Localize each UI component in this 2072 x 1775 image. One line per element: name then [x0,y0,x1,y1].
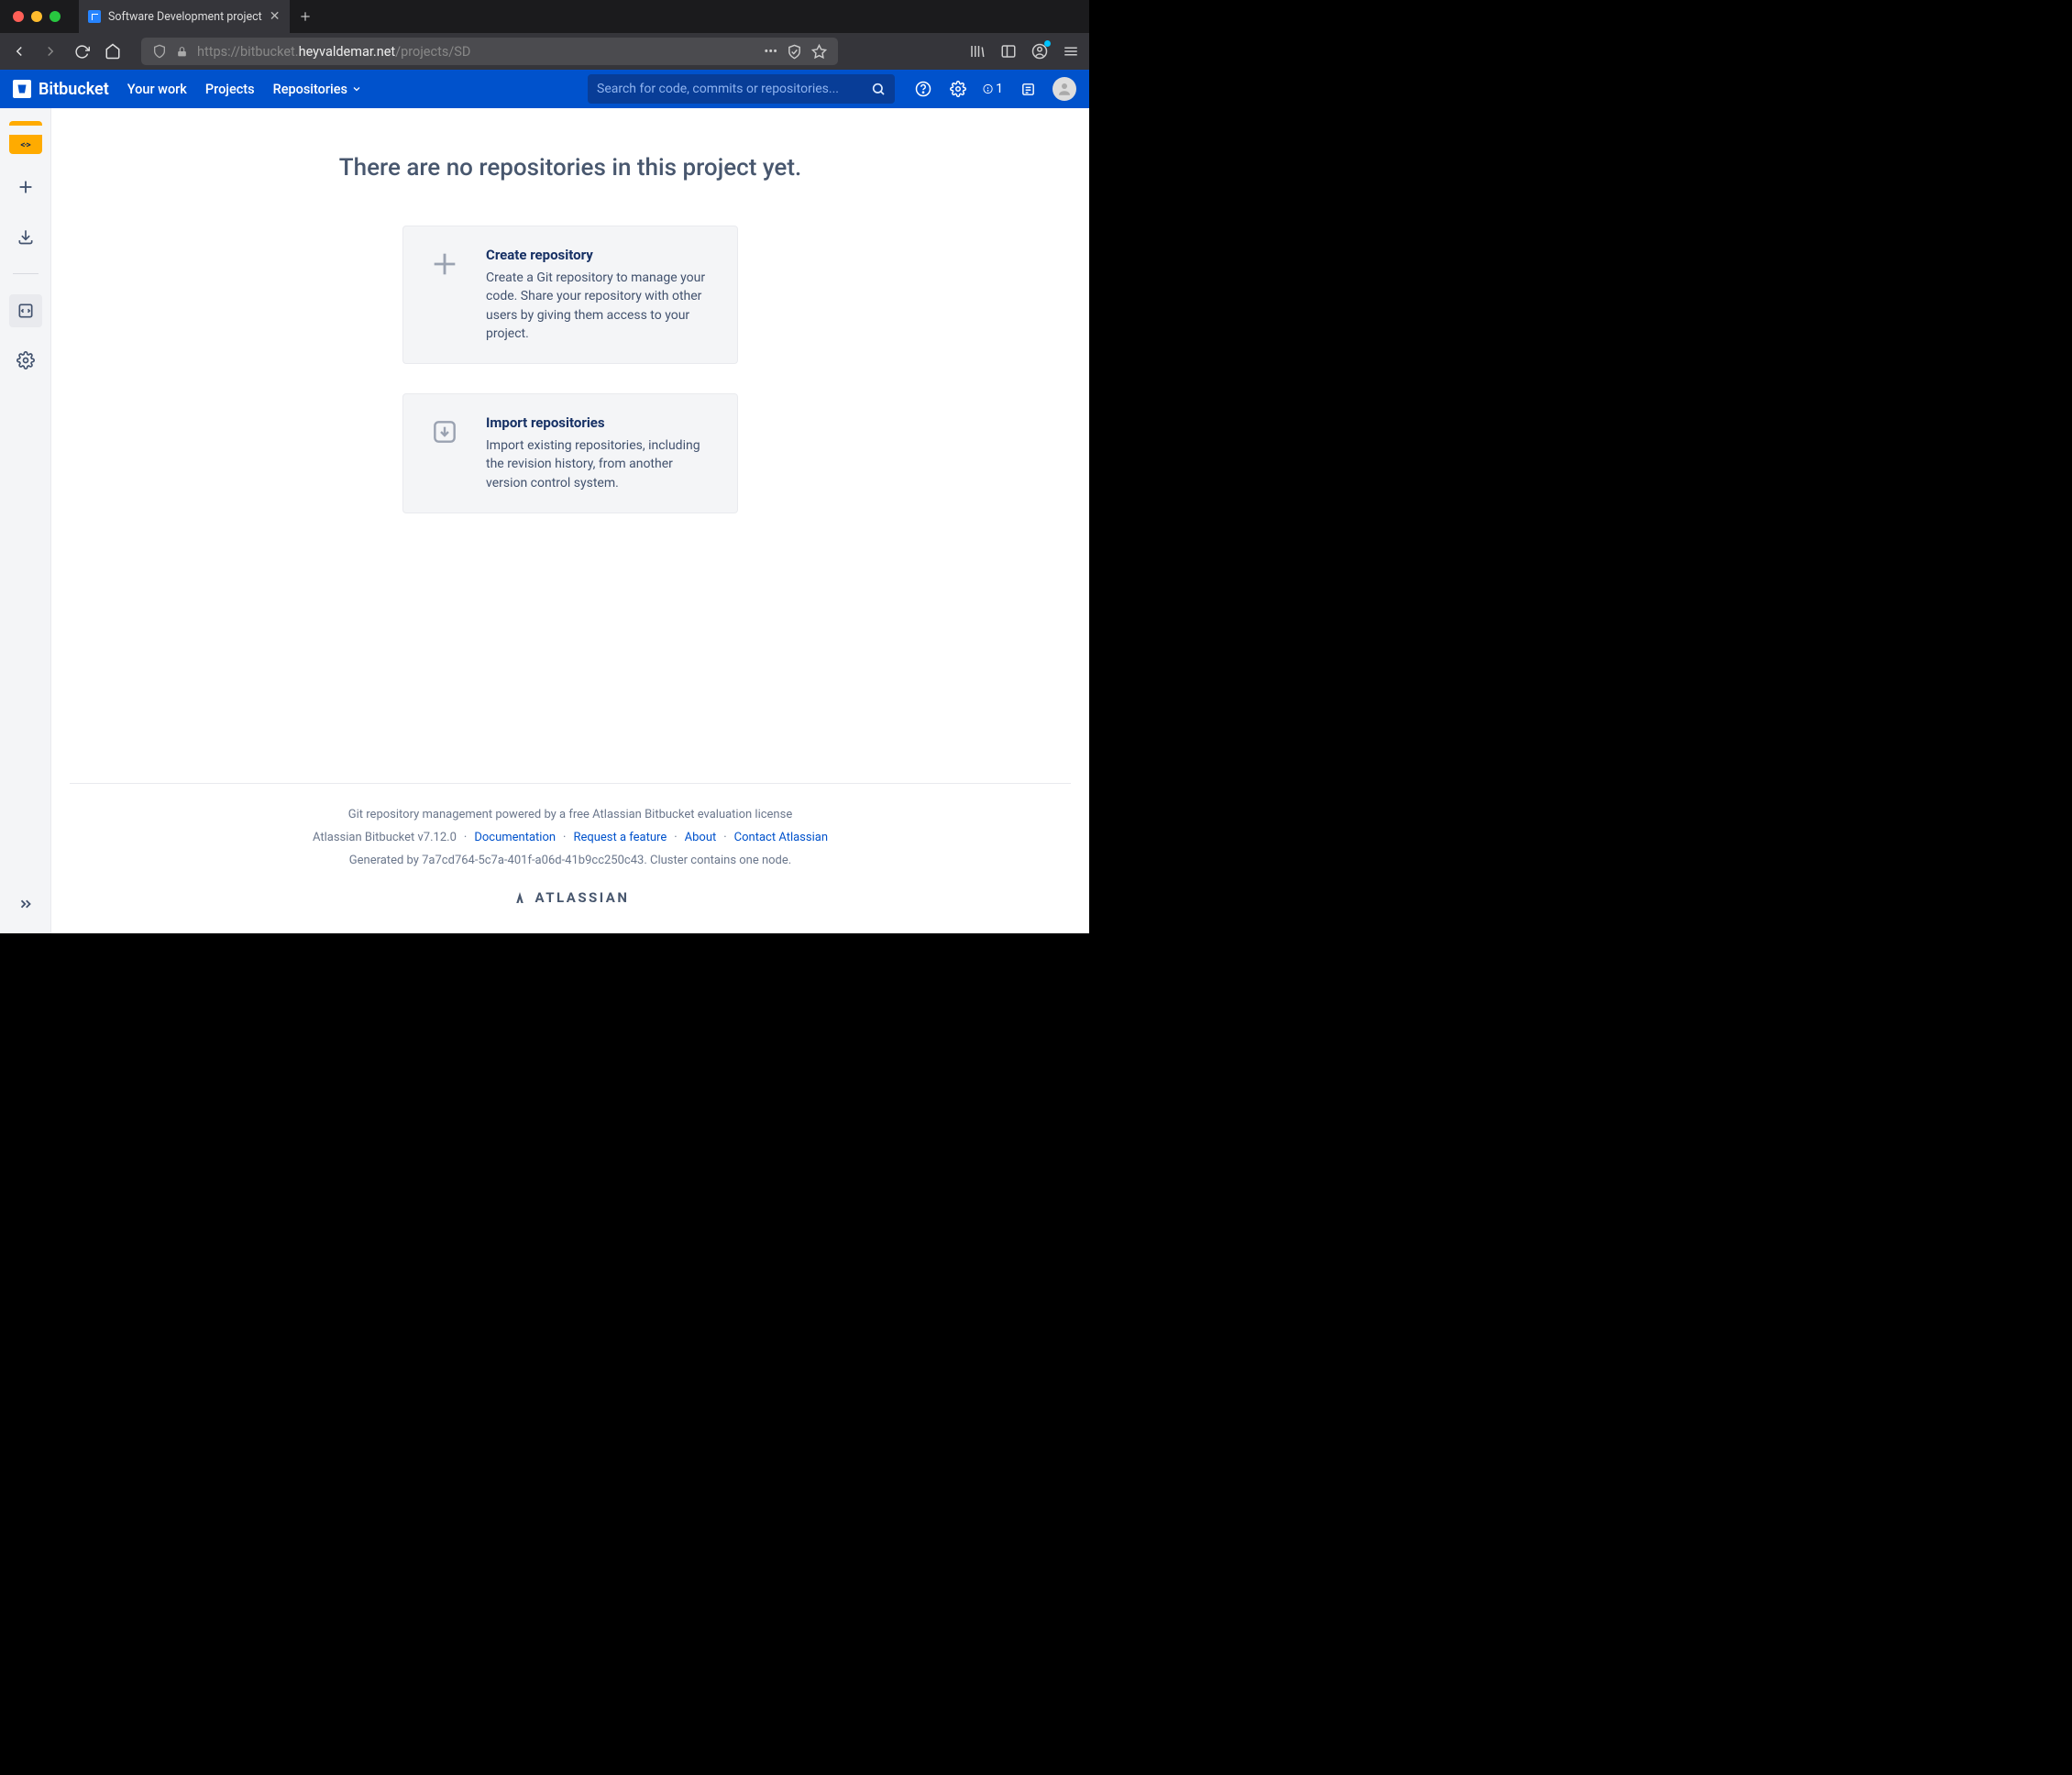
import-icon [427,414,462,449]
create-card-title: Create repository [486,247,713,263]
reload-button[interactable] [72,41,92,61]
bitbucket-logo[interactable]: Bitbucket [13,80,109,99]
create-repository-card[interactable]: Create repository Create a Git repositor… [402,226,738,364]
page-actions-icon[interactable]: ••• [764,44,777,60]
create-repo-sidebar-icon[interactable] [9,171,42,204]
search-icon [871,82,886,96]
hamburger-menu-icon[interactable] [1062,42,1080,61]
atlassian-logo[interactable]: ATLASSIAN [70,889,1071,906]
footer-links: Atlassian Bitbucket v7.12.0 · Documentat… [70,831,1071,844]
project-avatar[interactable]: <·> [9,121,42,154]
sidebar-toggle-icon[interactable] [999,42,1018,61]
footer-contact-link[interactable]: Contact Atlassian [734,831,828,844]
user-avatar[interactable] [1053,77,1076,101]
notification-count: 1 [996,82,1003,96]
back-button[interactable] [9,41,29,61]
chevron-down-icon [351,83,362,94]
page-footer: Git repository management powered by a f… [70,783,1071,933]
import-card-desc: Import existing repositories, including … [486,436,713,492]
plus-icon [427,247,462,281]
atlassian-logo-icon [512,889,528,906]
footer-generated: Generated by 7a7cd764-5c7a-401f-a06d-41b… [70,854,1071,867]
project-sidebar: <·> [0,108,51,933]
search-box[interactable] [588,74,895,104]
close-window-button[interactable] [13,11,24,22]
help-icon[interactable] [913,79,933,99]
minimize-window-button[interactable] [31,11,42,22]
import-card-title: Import repositories [486,414,713,431]
bookmark-star-icon[interactable] [811,44,827,60]
library-icon[interactable] [968,42,986,61]
nav-your-work[interactable]: Your work [127,82,187,97]
import-repositories-card[interactable]: Import repositories Import existing repo… [402,393,738,513]
shield-icon [152,44,167,59]
bitbucket-logo-icon [13,80,31,98]
reader-shield-icon[interactable] [787,44,802,60]
maximize-window-button[interactable] [50,11,61,22]
whats-new-icon[interactable] [1018,79,1038,99]
app-header: Bitbucket Your work Projects Repositorie… [0,70,1089,108]
nav-projects[interactable]: Projects [205,82,255,97]
nav-repositories-label: Repositories [273,82,347,97]
browser-toolbar: https://bitbucket.heyvaldemar.net/projec… [0,33,1089,70]
nav-repositories[interactable]: Repositories [273,82,362,97]
notification-dot [1044,40,1051,47]
window-controls [0,11,79,22]
browser-titlebar: Software Development project ✕ [0,0,1089,33]
tab-title: Software Development project [108,10,262,24]
header-icons: 1 [913,77,1076,101]
atlassian-logo-text: ATLASSIAN [535,889,630,906]
url-bar[interactable]: https://bitbucket.heyvaldemar.net/projec… [141,38,838,65]
tab-strip: Software Development project ✕ [79,0,321,33]
project-settings-sidebar-icon[interactable] [9,344,42,377]
footer-about-link[interactable]: About [685,831,717,844]
search-input[interactable] [597,82,862,96]
import-repo-sidebar-icon[interactable] [9,220,42,253]
footer-version: Atlassian Bitbucket v7.12.0 [313,831,457,844]
create-card-desc: Create a Git repository to manage your c… [486,269,713,343]
tab-favicon [88,10,101,23]
browser-tab[interactable]: Software Development project ✕ [79,0,290,33]
home-button[interactable] [103,41,123,61]
sidebar-divider [13,273,39,274]
browser-right-tools [968,42,1080,61]
footer-docs-link[interactable]: Documentation [474,831,556,844]
url-text: https://bitbucket.heyvaldemar.net/projec… [197,44,755,60]
repositories-sidebar-icon[interactable] [9,294,42,327]
footer-license: Git repository management powered by a f… [70,808,1071,821]
settings-icon[interactable] [948,79,968,99]
footer-feature-link[interactable]: Request a feature [573,831,667,844]
forward-button[interactable] [40,41,61,61]
notifications-button[interactable]: 1 [983,79,1003,99]
page-content: Bitbucket Your work Projects Repositorie… [0,70,1089,933]
lock-icon [176,46,188,58]
body: <·> There are no repositories in this pr… [0,108,1089,933]
expand-sidebar-button[interactable] [9,888,42,921]
create-card-body: Create repository Create a Git repositor… [486,247,713,343]
product-name: Bitbucket [39,80,109,99]
account-icon[interactable] [1030,42,1049,61]
empty-state-title: There are no repositories in this projec… [339,154,801,182]
new-tab-button[interactable] [290,0,321,33]
import-card-body: Import repositories Import existing repo… [486,414,713,492]
main-content: There are no repositories in this projec… [51,108,1089,933]
close-tab-button[interactable]: ✕ [270,9,281,24]
